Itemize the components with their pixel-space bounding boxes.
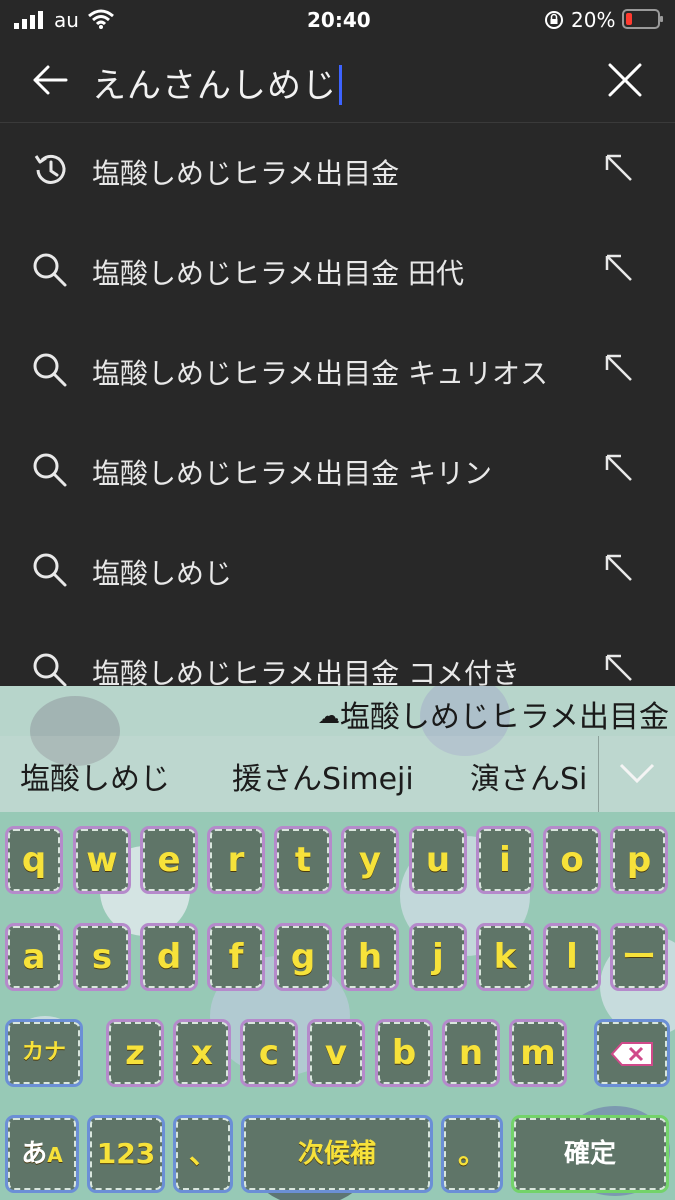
key-n[interactable]: n [442, 1019, 500, 1087]
suggestion-text: 塩酸しめじヒラメ出目金 [92, 157, 400, 190]
expand-candidates-button[interactable] [598, 736, 675, 812]
back-arrow-icon[interactable] [32, 64, 68, 96]
key-j[interactable]: j [409, 923, 467, 991]
mode-key-main: あ [21, 1139, 48, 1169]
search-query-text: えんさんしめじ [92, 66, 337, 106]
backspace-key[interactable] [594, 1019, 670, 1087]
search-icon [30, 350, 70, 390]
candidate-bar: 塩酸しめじ 援さんSimeji 演さんSi [0, 736, 675, 812]
comma-key[interactable]: 、 [173, 1115, 233, 1193]
cloud-candidate-bar[interactable]: ☁塩酸しめじヒラメ出目金 [0, 686, 675, 736]
fill-query-arrow-icon[interactable] [603, 252, 635, 284]
battery-percent: 20% [571, 8, 616, 32]
suggestion-row[interactable]: 塩酸しめじヒラメ出目金 [0, 122, 675, 222]
key-o[interactable]: o [543, 826, 601, 894]
history-icon [30, 150, 70, 190]
wifi-icon [88, 9, 114, 29]
fill-query-arrow-icon[interactable] [603, 552, 635, 584]
search-icon [30, 550, 70, 590]
key-c[interactable]: c [240, 1019, 298, 1087]
period-key[interactable]: 。 [441, 1115, 503, 1193]
key-p[interactable]: p [610, 826, 668, 894]
key-long-vowel[interactable]: ー [610, 923, 668, 991]
search-icon [30, 250, 70, 290]
cloud-candidate-text: 塩酸しめじヒラメ出目金 [339, 700, 669, 735]
backspace-icon [610, 1041, 653, 1066]
carrier-label: au [54, 8, 79, 32]
key-u[interactable]: u [409, 826, 467, 894]
suggestion-row[interactable]: 塩酸しめじ [0, 522, 675, 622]
status-bar: au 20:40 20% [0, 0, 675, 40]
candidate-3[interactable]: 演さんSi [470, 754, 587, 798]
key-f[interactable]: f [207, 923, 265, 991]
suggestion-row[interactable]: 塩酸しめじヒラメ出目金 キリン [0, 422, 675, 522]
suggestion-text: 塩酸しめじヒラメ出目金 キリン [92, 457, 493, 490]
key-q[interactable]: q [5, 826, 63, 894]
numbers-key[interactable]: 123 [87, 1115, 165, 1193]
rotation-lock-icon [545, 11, 563, 29]
key-b[interactable]: b [375, 1019, 433, 1087]
key-d[interactable]: d [140, 923, 198, 991]
search-input[interactable]: えんさんしめじ [92, 58, 342, 107]
key-x[interactable]: x [173, 1019, 231, 1087]
candidate-2[interactable]: 援さんSimeji [232, 754, 414, 798]
fill-query-arrow-icon[interactable] [603, 152, 635, 184]
clock: 20:40 [307, 8, 371, 32]
suggestion-text: 塩酸しめじヒラメ出目金 田代 [92, 257, 465, 290]
key-y[interactable]: y [341, 826, 399, 894]
suggestion-row[interactable]: 塩酸しめじヒラメ出目金 田代 [0, 222, 675, 322]
fill-query-arrow-icon[interactable] [603, 352, 635, 384]
battery-icon [622, 9, 663, 29]
input-mode-key[interactable]: あA [5, 1115, 79, 1193]
cloud-icon: ☁ [317, 704, 340, 729]
suggestion-text: 塩酸しめじヒラメ出目金 キュリオス [92, 357, 549, 390]
key-a[interactable]: a [5, 923, 63, 991]
key-l[interactable]: l [543, 923, 601, 991]
key-s[interactable]: s [73, 923, 131, 991]
suggestion-row[interactable]: 塩酸しめじヒラメ出目金 キュリオス [0, 322, 675, 422]
key-k[interactable]: k [476, 923, 534, 991]
key-i[interactable]: i [476, 826, 534, 894]
key-g[interactable]: g [274, 923, 332, 991]
suggestion-text: 塩酸しめじ [92, 557, 233, 590]
confirm-key[interactable]: 確定 [511, 1115, 669, 1193]
text-caret [339, 65, 342, 105]
key-h[interactable]: h [341, 923, 399, 991]
cloud-candidate[interactable]: ☁塩酸しめじヒラメ出目金 [318, 692, 669, 736]
chevron-down-icon [619, 763, 655, 784]
candidate-1[interactable]: 塩酸しめじ [20, 754, 170, 798]
fill-query-arrow-icon[interactable] [603, 652, 635, 684]
key-r[interactable]: r [207, 826, 265, 894]
fill-query-arrow-icon[interactable] [603, 452, 635, 484]
kana-key[interactable]: カナ [5, 1019, 83, 1087]
key-m[interactable]: m [509, 1019, 567, 1087]
key-z[interactable]: z [106, 1019, 164, 1087]
clear-icon[interactable] [607, 62, 643, 98]
keyboard: ☁塩酸しめじヒラメ出目金 塩酸しめじ 援さんSimeji 演さんSi qwert… [0, 686, 675, 1200]
key-e[interactable]: e [140, 826, 198, 894]
search-header: えんさんしめじ [0, 40, 675, 123]
mode-key-sub: A [47, 1143, 63, 1167]
cellular-signal-icon [14, 11, 43, 29]
key-w[interactable]: w [73, 826, 131, 894]
search-icon [30, 450, 70, 490]
space-next-candidate-key[interactable]: 次候補 [241, 1115, 433, 1193]
key-v[interactable]: v [307, 1019, 365, 1087]
search-icon [30, 650, 70, 690]
key-t[interactable]: t [274, 826, 332, 894]
battery-level-fill [626, 13, 632, 25]
